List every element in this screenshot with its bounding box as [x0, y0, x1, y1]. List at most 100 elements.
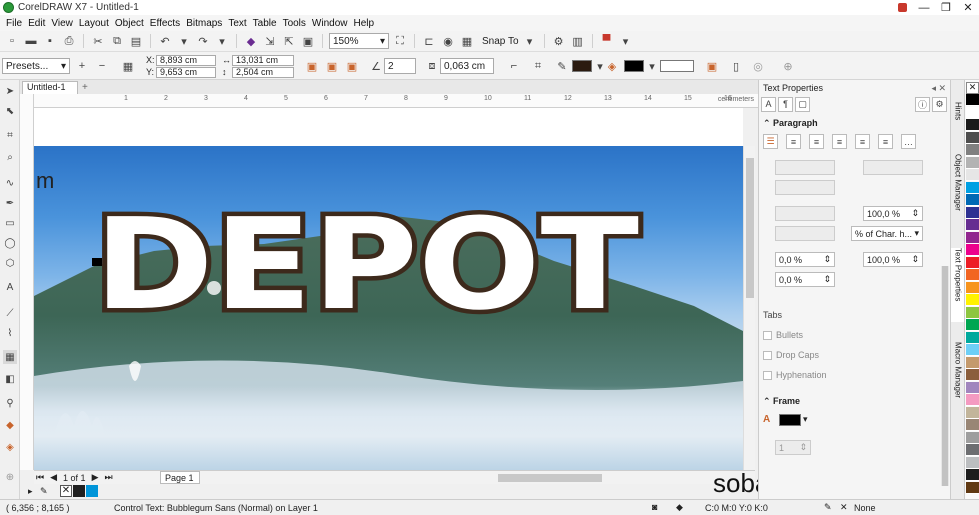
restore-button[interactable]: ❐ [935, 0, 957, 15]
print-icon[interactable]: ⎙ [61, 33, 77, 49]
options-icon[interactable]: ⚙ [551, 33, 567, 49]
page-tab[interactable]: Page 1 [160, 471, 200, 484]
docker-close-icon[interactable]: ◂ ✕ [931, 83, 946, 94]
menu-effects[interactable]: Effects [150, 18, 186, 29]
menu-window[interactable]: Window [312, 18, 354, 29]
palette-swatch[interactable] [966, 269, 979, 281]
menu-table[interactable]: Table [253, 18, 283, 29]
palette-swatch[interactable] [966, 206, 979, 219]
add-document-icon[interactable]: + [82, 82, 88, 93]
object-origin-icon[interactable]: ▦ [120, 58, 136, 74]
palette-swatch[interactable] [966, 244, 979, 256]
ellipse-tool-icon[interactable]: ◯ [3, 236, 17, 250]
palette-swatch[interactable] [966, 231, 979, 244]
new-document-icon[interactable]: ▫ [4, 33, 20, 49]
secondary-color-swatch[interactable] [660, 60, 694, 72]
dimension-tool-icon[interactable]: ⟋ [3, 306, 17, 320]
force-justify-icon[interactable]: ≡ [878, 134, 893, 149]
eyedropper-tool-icon[interactable]: ⚲ [3, 396, 17, 410]
palette-swatch[interactable] [966, 306, 979, 319]
full-screen-icon[interactable]: ⛶ [392, 33, 408, 49]
view-icon[interactable]: ◉ [440, 33, 456, 49]
snap-to-dropdown[interactable]: Snap To [482, 36, 519, 47]
info-icon[interactable]: ⓘ [915, 96, 930, 112]
add-tool-icon[interactable]: ⊕ [3, 470, 17, 484]
no-color-swatch[interactable]: ✕ [60, 485, 72, 497]
menu-file[interactable]: File [6, 18, 28, 29]
wrap-icon[interactable]: ⌗ [530, 58, 546, 74]
polygon-tool-icon[interactable]: ⬡ [3, 256, 17, 270]
macro-manager-tab[interactable]: Macro Manager [951, 342, 965, 416]
palette-swatch[interactable] [966, 156, 979, 169]
depot-text-object[interactable]: DEPOT [94, 196, 654, 326]
palette-swatch[interactable] [966, 394, 979, 406]
width-field[interactable]: 13,031 cm [232, 55, 294, 66]
connector-tool-icon[interactable]: ⌇ [3, 326, 17, 340]
rulers-icon[interactable]: ⊏ [421, 33, 437, 49]
palette-swatch[interactable] [966, 144, 979, 156]
palette-swatch[interactable] [966, 281, 979, 294]
palette-swatch[interactable] [966, 481, 979, 494]
shape-tool-icon[interactable]: ⬉ [3, 104, 17, 118]
close-button[interactable]: ✕ [957, 0, 979, 15]
last-page-icon[interactable]: ⏭ [104, 472, 112, 483]
text-properties-tab[interactable]: Text Properties [951, 248, 965, 322]
palette-swatch[interactable] [966, 219, 979, 231]
height-field[interactable]: 2,504 cm [232, 67, 294, 78]
word-spacing-field[interactable]: 100,0 % ⇕ [863, 252, 923, 267]
grid-icon[interactable]: ▦ [459, 33, 475, 49]
palette-swatch[interactable] [966, 294, 979, 306]
hints-tab[interactable]: Hints [951, 102, 965, 142]
pick-tool-icon[interactable]: ➤ [3, 84, 17, 98]
color-launcher-icon[interactable]: ▀ [599, 33, 615, 49]
more-options-icon[interactable]: … [901, 134, 916, 149]
palette-swatch[interactable] [966, 181, 979, 194]
launcher-dropdown-icon[interactable]: ▾ [618, 33, 634, 49]
docker-scrollbar[interactable] [941, 266, 949, 486]
add-preset-icon[interactable]: + [74, 58, 90, 74]
copy-icon[interactable]: ⧉ [109, 33, 125, 49]
character-spacing-field[interactable]: 0,0 % ⇕ [775, 252, 835, 267]
mirror-icon[interactable]: ▣ [344, 58, 360, 74]
redo-icon[interactable]: ↷ [195, 33, 211, 49]
language-spacing-field[interactable]: 0,0 % ⇕ [775, 272, 835, 287]
remove-preset-icon[interactable]: − [94, 58, 110, 74]
palette-swatch[interactable] [966, 119, 979, 131]
redo-dropdown-icon[interactable]: ▾ [214, 33, 230, 49]
vertical-scroll-thumb[interactable] [746, 158, 754, 298]
first-page-icon[interactable]: ⏮ [36, 472, 44, 483]
zoom-tool-icon[interactable]: ⌕ [3, 150, 17, 164]
palette-swatch[interactable] [966, 106, 979, 119]
publish-pdf-icon[interactable]: ▣ [300, 33, 316, 49]
docker-scroll-thumb[interactable] [942, 266, 948, 486]
paste-icon[interactable]: ▤ [128, 33, 144, 49]
undo-icon[interactable]: ↶ [157, 33, 173, 49]
x-position-field[interactable]: 8,893 cm [156, 55, 216, 66]
interactive-fill-icon[interactable]: ▦ [3, 350, 17, 364]
fill-color-swatch[interactable] [624, 60, 644, 72]
eyedropper-icon[interactable]: ✎ [40, 486, 48, 497]
drop-caps-row[interactable]: Drop Caps [763, 350, 819, 360]
palette-swatch[interactable] [966, 194, 979, 206]
spacing-unit-select[interactable]: % of Char. h... ▾ [851, 226, 923, 241]
paragraph-icon[interactable]: ¶ [778, 96, 793, 112]
search-content-icon[interactable]: ◆ [243, 33, 259, 49]
black-swatch[interactable] [73, 485, 85, 497]
fill-color-dropdown-icon[interactable]: ▾ [644, 58, 660, 74]
transparency-icon[interactable]: ▣ [704, 58, 720, 74]
rotation-angle-field[interactable]: 2 [384, 58, 416, 74]
frame-icon[interactable]: ▢ [795, 96, 810, 112]
palette-swatch[interactable] [966, 356, 979, 369]
lock-ratio-icon[interactable]: ▣ [324, 58, 340, 74]
color-proof-icon[interactable]: ◙ [652, 502, 657, 512]
blue-swatch[interactable] [86, 485, 98, 497]
docker-options-icon[interactable]: ⚙ [932, 96, 947, 112]
menu-layout[interactable]: Layout [79, 18, 115, 29]
corner-icon[interactable]: ⌐ [506, 58, 522, 74]
import-icon[interactable]: ⇲ [262, 33, 278, 49]
next-page-icon[interactable]: ▶ [92, 472, 99, 483]
object-manager-tab[interactable]: Object Manager [951, 154, 965, 238]
no-alignment-icon[interactable]: ☰ [763, 134, 778, 149]
palette-swatch[interactable] [966, 419, 979, 431]
smart-fill-icon[interactable]: ◈ [3, 440, 17, 454]
